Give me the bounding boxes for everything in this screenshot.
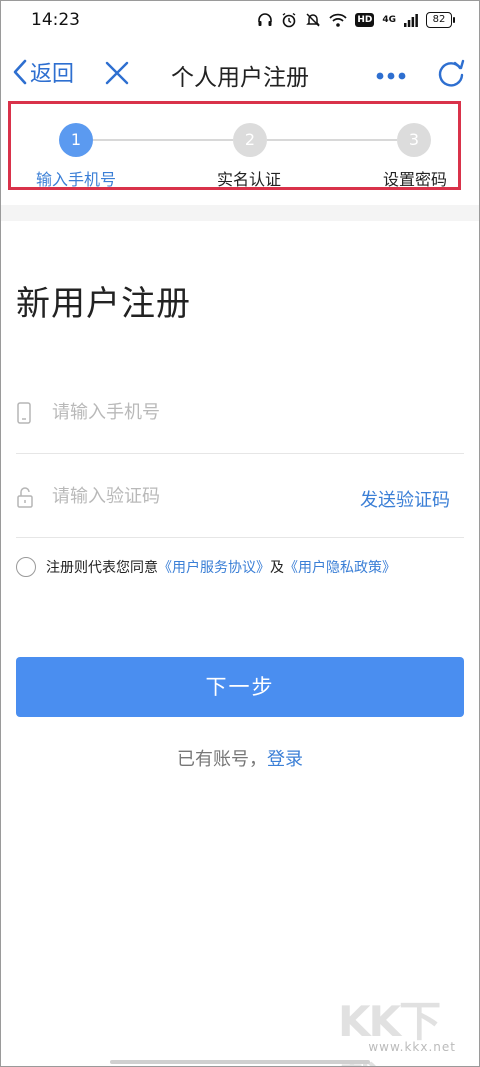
step-2-circle: 2	[233, 123, 267, 157]
status-time: 14:23	[31, 10, 80, 30]
more-dots-icon	[376, 72, 406, 80]
watermark-logo: KK下载 www.kkx.net	[338, 988, 458, 1067]
step-1-circle: 1	[59, 123, 93, 157]
step-connector	[93, 139, 233, 141]
step-1-label: 输入手机号	[36, 170, 117, 189]
agreement-prefix: 注册则代表您同意	[46, 560, 158, 576]
login-link[interactable]: 登录	[267, 749, 303, 770]
agreement-checkbox[interactable]	[16, 557, 36, 577]
lock-icon	[17, 487, 33, 508]
code-field-row: 发送验证码	[16, 456, 464, 538]
phone-input[interactable]	[52, 394, 342, 430]
network-label: 4G	[382, 15, 396, 25]
home-indicator	[110, 1060, 370, 1064]
service-agreement-link[interactable]: 《用户服务协议》	[158, 557, 270, 577]
phone-field-row	[16, 372, 464, 454]
watermark-text: KK下载	[338, 997, 441, 1067]
privacy-policy-link[interactable]: 《用户隐私政策》	[284, 557, 396, 577]
alarm-icon	[282, 12, 296, 28]
page-title: 个人用户注册	[171, 65, 309, 91]
signal-icon	[404, 14, 418, 27]
code-input[interactable]	[52, 478, 342, 514]
step-connector	[267, 139, 397, 141]
headphones-icon	[258, 13, 273, 26]
next-step-button[interactable]: 下一步	[16, 657, 464, 717]
refresh-icon	[438, 59, 465, 87]
agreement-conjunction: 及	[270, 560, 284, 576]
agreement-row: 注册则代表您同意 《用户服务协议》 及 《用户隐私政策》	[16, 555, 396, 579]
phone-icon	[17, 402, 31, 424]
section-divider	[0, 205, 480, 221]
battery-indicator: 82	[426, 12, 455, 28]
has-account-text: 已有账号，	[177, 749, 267, 770]
step-3-circle: 3	[397, 123, 431, 157]
login-row: 已有账号，登录	[0, 745, 480, 771]
more-button[interactable]	[376, 66, 406, 85]
wifi-icon	[329, 13, 347, 27]
status-bar: 14:23 HD 4G 82	[0, 0, 480, 40]
step-indicator: 1 2 3 输入手机号 实名认证 设置密码	[8, 101, 461, 190]
form-heading: 新用户注册	[16, 284, 191, 324]
step-2-label: 实名认证	[217, 170, 282, 189]
watermark-url: www.kkx.net	[368, 1040, 456, 1054]
nav-bar: 返回 个人用户注册	[0, 48, 480, 98]
status-icons: HD 4G 82	[257, 10, 455, 30]
mute-bell-icon	[306, 13, 321, 27]
hd-badge: HD	[355, 13, 375, 27]
refresh-button[interactable]	[436, 59, 466, 93]
step-3-label: 设置密码	[383, 170, 448, 189]
send-code-button[interactable]: 发送验证码	[360, 486, 450, 512]
